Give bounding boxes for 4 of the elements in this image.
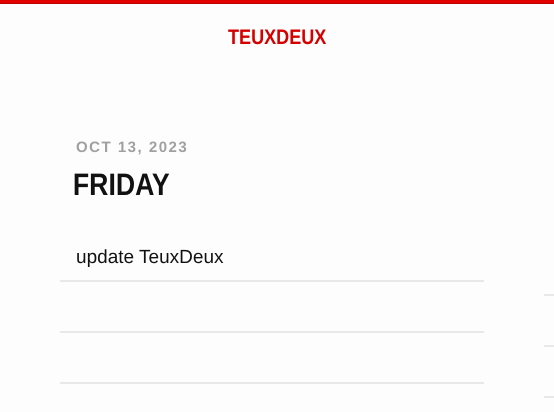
date-label: OCT 13, 2023 (75, 139, 188, 156)
todo-item[interactable]: update TeuxDeux (76, 248, 224, 267)
day-heading: FRIDAY (72, 169, 170, 200)
logo[interactable]: TEUXDEUX (228, 27, 326, 48)
